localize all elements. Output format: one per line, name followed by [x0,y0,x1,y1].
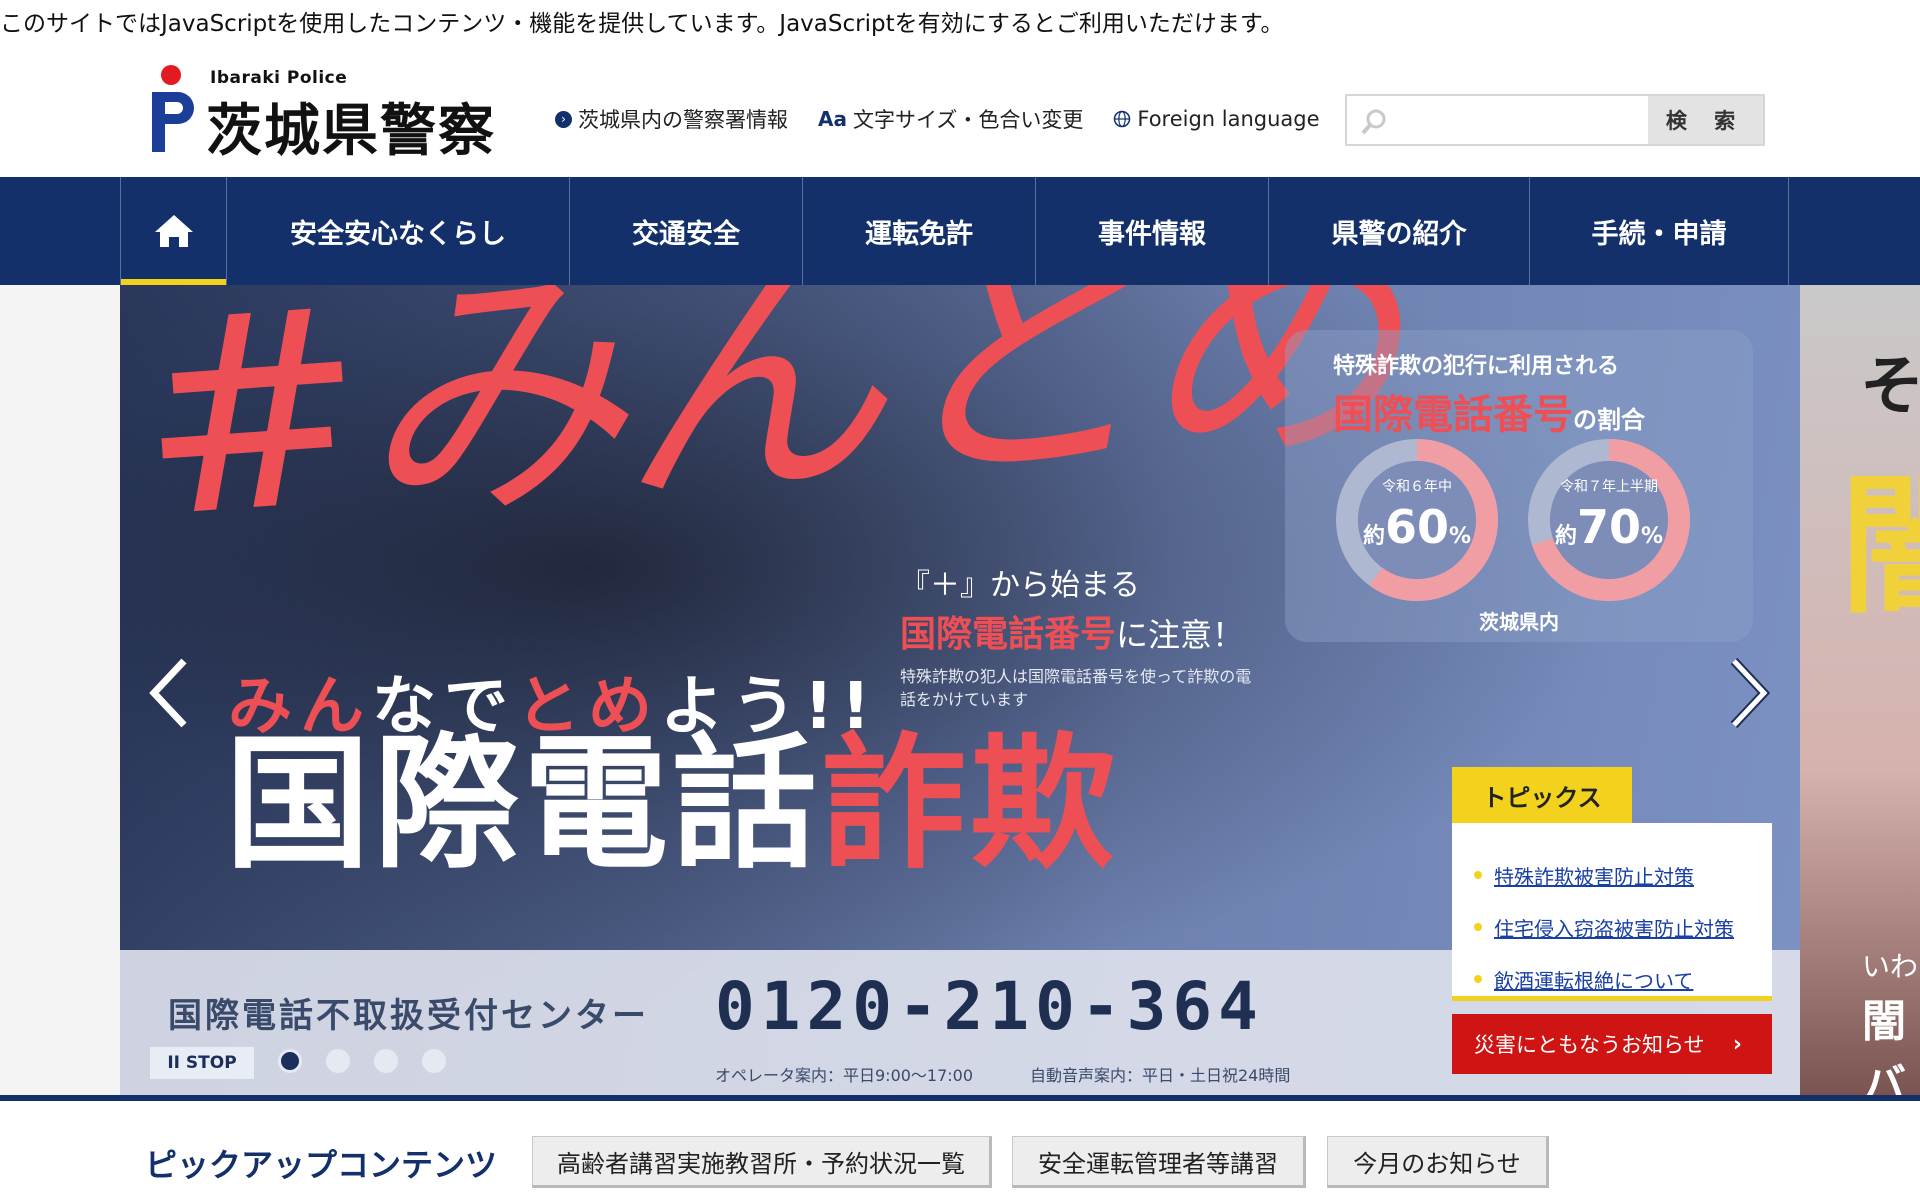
donut-value-r7: 約70% [1554,500,1664,554]
javascript-notice: このサイトではJavaScriptを使用したコンテンツ・機能を提供しています。J… [0,11,1284,37]
phone-auto-hours: 自動音声案内：平日・土日祝24時間 [1030,1066,1291,1085]
pickup-button-elderly-course[interactable]: 高齢者講習実施教習所・予約状況一覧 [532,1136,992,1188]
logo-english-text: Ibaraki Police [210,68,348,88]
text-size-color-link[interactable]: Aa 文字サイズ・色合い変更 [818,104,1083,134]
police-station-info-link[interactable]: › 茨城県内の警察署情報 [555,104,788,134]
donut-label-r6: 令和６年中 [1382,479,1452,495]
foreign-language-label: Foreign language [1137,107,1320,131]
globe-icon [1113,110,1131,128]
search-button[interactable]: 検 索 [1648,96,1763,144]
hero-main-catch: 国際電話詐欺 [225,720,1119,889]
foreign-language-link[interactable]: Foreign language [1113,107,1320,131]
header-links: › 茨城県内の警察署情報 Aa 文字サイズ・色合い変更 Foreign lang… [555,104,1350,134]
police-station-info-label: 茨城県内の警察署情報 [578,108,788,132]
pickup-title: ピックアップコンテンツ [145,1146,498,1184]
site-logo[interactable]: Ibaraki Police 茨城県警察 [148,62,508,164]
hero-left-margin [0,285,120,1095]
slider-dots [278,1049,470,1073]
search-icon [1361,109,1386,135]
slider-stop-button[interactable]: II STOP [150,1047,254,1079]
next-slide-peek[interactable]: そ 闇 いわ 闇バ [1800,285,1920,1095]
nav-item-drivers-license[interactable]: 運転免許 [802,177,1035,285]
stats-title-2: 国際電話番号の割合 [1333,392,1645,438]
slider-next-arrow-icon[interactable] [1728,655,1772,731]
hero-notice-line1: 『＋』から始まる [900,568,1140,603]
hero-notice-line3: 特殊詐欺の犯人は国際電話番号を使って詐欺の電話をかけています [900,667,1252,710]
stats-panel: 特殊詐欺の犯行に利用される 国際電話番号の割合 令和６年中 約60% 令和７年上… [1285,330,1753,642]
circle-arrow-icon: › [555,110,572,128]
bullet-icon [1474,975,1482,983]
global-nav: 安全安心なくらし 交通安全 運転免許 事件情報 県警の紹介 手続・申請 [0,177,1920,285]
stats-title-1: 特殊詐欺の犯行に利用される [1333,354,1620,379]
bullet-icon [1474,923,1482,931]
topic-link-burglary[interactable]: 住宅侵入窃盗被害防止対策 [1474,901,1772,953]
topic-link-drunk-driving[interactable]: 飲酒運転根絶について [1474,953,1772,1005]
search-input[interactable] [1347,96,1648,144]
nav-item-safe-living[interactable]: 安全安心なくらし [226,177,569,285]
phone-center-label: 国際電話不取扱受付センター [168,996,649,1036]
hero-notice-line2: 国際電話番号に注意！ [900,614,1245,655]
logo-japanese-text: 茨城県警察 [206,99,496,164]
donut-chart-r6: 令和６年中 約60% [1335,438,1499,602]
disaster-notice-button[interactable]: 災害にともなうお知らせ › [1452,1014,1772,1074]
slider-dot-3[interactable] [374,1049,398,1073]
phone-number: 0120-210-364 [715,968,1264,1045]
phone-operator-hours: オペレータ案内：平日9:00～17:00 [715,1066,974,1085]
police-emblem-icon [152,65,194,152]
topic-link-fraud[interactable]: 特殊詐欺被害防止対策 [1474,849,1772,901]
topics-list: 特殊詐欺被害防止対策 住宅侵入窃盗被害防止対策 飲酒運転根絶について [1452,823,1772,1001]
chevron-right-icon: › [1732,1031,1742,1057]
stats-footer: 茨城県内 [1479,610,1559,634]
slider-dot-2[interactable] [326,1049,350,1073]
hero-bottom-divider [0,1095,1920,1101]
nav-item-traffic-safety[interactable]: 交通安全 [569,177,802,285]
pickup-button-safety-manager[interactable]: 安全運転管理者等講習 [1012,1136,1306,1188]
donut-chart-r7: 令和７年上半期 約70% [1527,438,1691,602]
text-size-color-label: 文字サイズ・色合い変更 [852,108,1084,132]
home-icon [154,215,193,247]
donut-label-r7: 令和７年上半期 [1560,479,1658,495]
nav-home[interactable] [120,177,226,285]
nav-item-case-info[interactable]: 事件情報 [1035,177,1268,285]
nav-item-about-police[interactable]: 県警の紹介 [1268,177,1529,285]
site-search: 検 索 [1345,94,1765,146]
donut-value-r6: 約60% [1362,500,1472,554]
pickup-button-monthly-news[interactable]: 今月のお知らせ [1327,1136,1549,1188]
slider-dot-4[interactable] [422,1049,446,1073]
topics-tab: トピックス [1452,767,1632,823]
slider-dot-1[interactable] [278,1049,302,1073]
slider-prev-arrow-icon[interactable] [146,655,190,731]
aa-text-size-icon: Aa [818,107,847,131]
nav-item-procedures[interactable]: 手続・申請 [1529,177,1789,285]
bullet-icon [1474,871,1482,879]
